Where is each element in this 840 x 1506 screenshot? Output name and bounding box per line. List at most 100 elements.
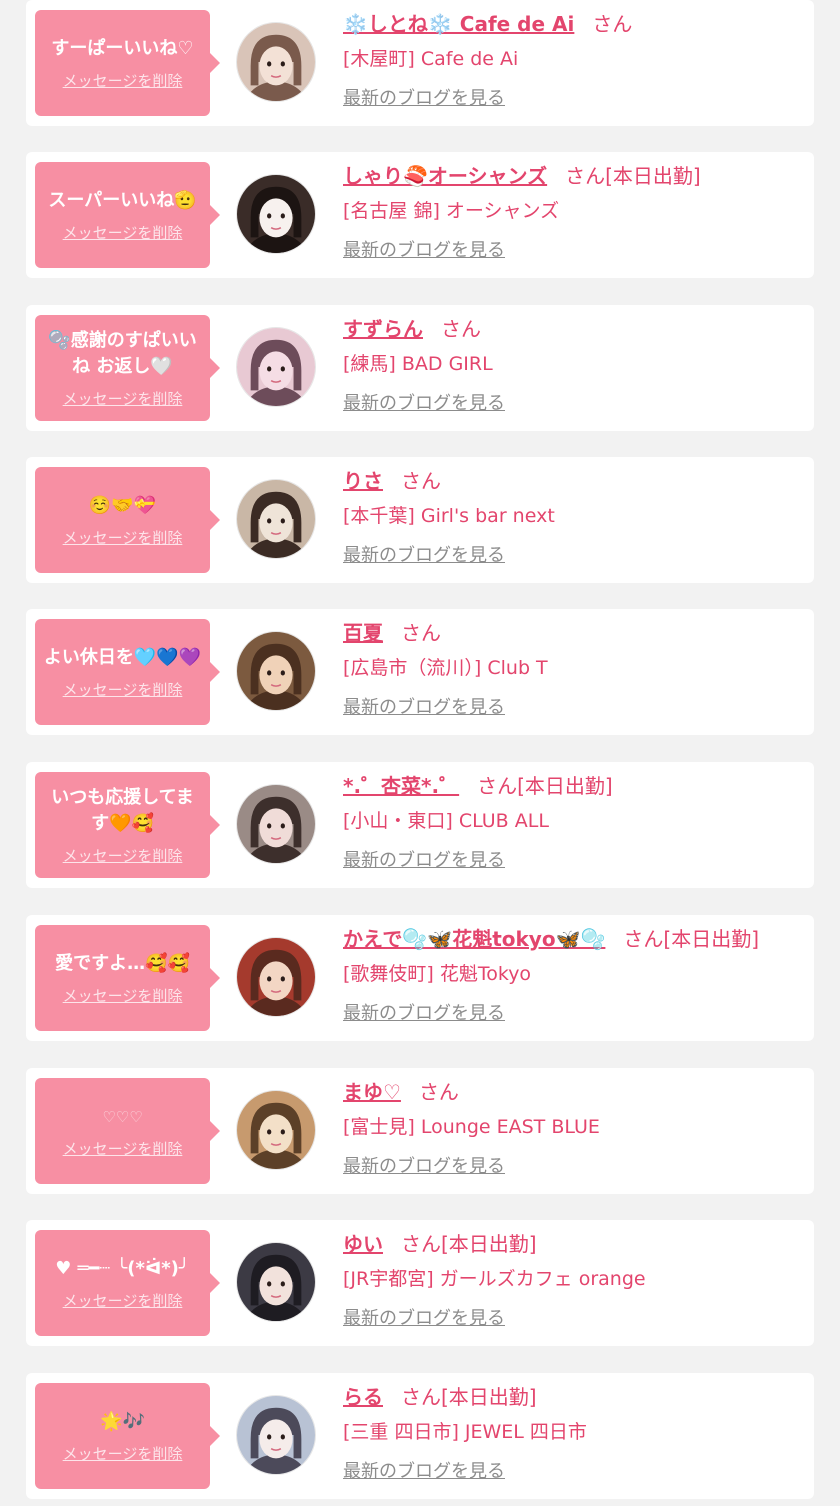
shop-name: [JR宇都宮] ガールズカフェ orange	[343, 1268, 646, 1290]
message-bubble: すーぱーいいね♡ メッセージを削除	[35, 10, 220, 116]
latest-blog-link[interactable]: 最新のブログを見る	[343, 693, 505, 719]
message-bubble: 🫧感謝のすぱいいね お返し🤍 メッセージを削除	[35, 315, 220, 421]
name-line: かえで🫧🦋花魁tokyo🦋🫧 さん[本日出勤]	[343, 921, 804, 957]
latest-blog-link[interactable]: 最新のブログを見る	[343, 541, 505, 567]
message-card: 🫧感謝のすぱいいね お返し🤍 メッセージを削除 すずらん さん [練馬] BAD GIR…	[26, 305, 814, 431]
honorific: さん	[565, 164, 606, 188]
shop-name: [木屋町] Cafe de Ai	[343, 48, 519, 70]
avatar[interactable]	[236, 1090, 316, 1170]
latest-blog-link[interactable]: 最新のブログを見る	[343, 84, 505, 110]
message-text: ♡♡♡	[102, 1107, 143, 1126]
sender-info: 百夏 さん [広島市（流川）] Club T 最新のブログを見る	[343, 615, 804, 719]
message-card: ♡♡♡ メッセージを削除 まゆ♡ さん [富士見] Lounge EAST BLUE 最新…	[26, 1068, 814, 1194]
sender-name-link[interactable]: まゆ♡	[343, 1080, 401, 1104]
avatar[interactable]	[236, 1242, 316, 1322]
message-bubble: ♥ ═━┈ ╰(*ᐛ*)╯ メッセージを削除	[35, 1230, 220, 1336]
avatar[interactable]	[236, 22, 316, 102]
message-card: ♥ ═━┈ ╰(*ᐛ*)╯ メッセージを削除 ゆい さん[本日出勤] [JR宇都宮] ガ…	[26, 1220, 814, 1346]
name-line: *.゜杏菜*.゜ さん[本日出勤]	[343, 768, 804, 804]
latest-blog-link[interactable]: 最新のブログを見る	[343, 1304, 505, 1330]
sender-info: ❄️しとね❄️ Cafe de Ai さん [木屋町] Cafe de Ai 最新のブ…	[343, 6, 804, 110]
name-line: らる さん[本日出勤]	[343, 1379, 804, 1415]
name-line: ゆい さん[本日出勤]	[343, 1226, 804, 1262]
sender-name-link[interactable]: かえで🫧🦋花魁tokyo🦋🫧	[343, 927, 605, 951]
avatar[interactable]	[236, 327, 316, 407]
shop-name: [練馬] BAD GIRL	[343, 353, 493, 375]
message-card: よい休日を🩵💙💜 メッセージを削除 百夏 さん [広島市（流川）] Club T 最新のブ…	[26, 609, 814, 735]
latest-blog-link[interactable]: 最新のブログを見る	[343, 236, 505, 262]
latest-blog-link[interactable]: 最新のブログを見る	[343, 1457, 505, 1483]
honorific: さん	[401, 1232, 441, 1256]
message-bubble: いつも応援してます🧡🥰 メッセージを削除	[35, 772, 220, 878]
delete-message-link[interactable]: メッセージを削除	[63, 527, 183, 548]
message-text: ♥ ═━┈ ╰(*ᐛ*)╯	[55, 1257, 190, 1279]
delete-message-link[interactable]: メッセージを削除	[63, 985, 183, 1006]
latest-blog-link[interactable]: 最新のブログを見る	[343, 389, 505, 415]
sender-name-link[interactable]: 百夏	[343, 621, 383, 645]
name-line: ❄️しとね❄️ Cafe de Ai さん	[343, 6, 804, 42]
avatar[interactable]	[236, 1395, 316, 1475]
sender-name-link[interactable]: しゃり🍣オーシャンズ	[343, 164, 547, 188]
shift-badge: [本日出勤]	[605, 164, 701, 188]
sender-name-link[interactable]: ゆい	[343, 1232, 383, 1256]
avatar[interactable]	[236, 784, 316, 864]
message-card: ☺️🤝💝 メッセージを削除 りさ さん [本千葉] Girl's bar next 最新の…	[26, 457, 814, 583]
name-line: りさ さん	[343, 463, 804, 499]
message-text: 🌟🎶	[100, 1410, 145, 1432]
message-bubble: よい休日を🩵💙💜 メッセージを削除	[35, 619, 220, 725]
message-card: 愛ですよ…🥰🥰 メッセージを削除 かえで🫧🦋花魁tokyo🦋🫧 さん[本日出勤] [歌舞…	[26, 915, 814, 1041]
shift-badge: [本日出勤]	[441, 1232, 537, 1256]
sender-info: *.゜杏菜*.゜ さん[本日出勤] [小山・東口] CLUB ALL 最新のブログを見…	[343, 768, 804, 872]
message-text: ☺️🤝💝	[88, 494, 157, 516]
delete-message-link[interactable]: メッセージを削除	[63, 1443, 183, 1464]
honorific: さん	[401, 621, 441, 645]
sender-info: かえで🫧🦋花魁tokyo🦋🫧 さん[本日出勤] [歌舞伎町] 花魁Tokyo 最新のブ…	[343, 921, 804, 1025]
delete-message-link[interactable]: メッセージを削除	[63, 222, 183, 243]
delete-message-link[interactable]: メッセージを削除	[63, 70, 183, 91]
message-bubble: 🌟🎶 メッセージを削除	[35, 1383, 220, 1489]
name-line: しゃり🍣オーシャンズ さん[本日出勤]	[343, 158, 804, 194]
shift-badge: [本日出勤]	[517, 774, 613, 798]
message-bubble: 愛ですよ…🥰🥰 メッセージを削除	[35, 925, 220, 1031]
latest-blog-link[interactable]: 最新のブログを見る	[343, 846, 505, 872]
avatar[interactable]	[236, 479, 316, 559]
shift-badge: [本日出勤]	[441, 1385, 537, 1409]
shop-name: [小山・東口] CLUB ALL	[343, 810, 549, 832]
avatar[interactable]	[236, 631, 316, 711]
message-text: 🫧感謝のすぱいいね お返し🤍	[48, 329, 197, 377]
message-bubble: ♡♡♡ メッセージを削除	[35, 1078, 220, 1184]
avatar[interactable]	[236, 174, 316, 254]
honorific: さん	[623, 927, 664, 951]
latest-blog-link[interactable]: 最新のブログを見る	[343, 1152, 505, 1178]
shop-name: [富士見] Lounge EAST BLUE	[343, 1116, 600, 1138]
sender-info: しゃり🍣オーシャンズ さん[本日出勤] [名古屋 錦] オーシャンズ 最新のブログを見…	[343, 158, 804, 262]
delete-message-link[interactable]: メッセージを削除	[63, 845, 183, 866]
delete-message-link[interactable]: メッセージを削除	[63, 1290, 183, 1311]
honorific: さん	[401, 1385, 441, 1409]
message-card: すーぱーいいね♡ メッセージを削除 ❄️しとね❄️ Cafe de Ai さん [木屋町…	[26, 0, 814, 126]
message-text: すーぱーいいね♡	[51, 37, 194, 59]
delete-message-link[interactable]: メッセージを削除	[63, 679, 183, 700]
name-line: 百夏 さん	[343, 615, 804, 651]
honorific: さん	[477, 774, 518, 798]
sender-name-link[interactable]: すずらん	[343, 317, 423, 341]
delete-message-link[interactable]: メッセージを削除	[63, 1138, 183, 1159]
sender-info: らる さん[本日出勤] [三重 四日市] JEWEL 四日市最新のブログを見る	[343, 1379, 804, 1483]
sender-name-link[interactable]: らる	[343, 1385, 383, 1409]
shop-name: [三重 四日市] JEWEL 四日市	[343, 1421, 587, 1443]
sender-name-link[interactable]: *.゜杏菜*.゜	[343, 774, 459, 798]
sender-name-link[interactable]: りさ	[343, 469, 383, 493]
honorific: さん	[592, 12, 633, 36]
latest-blog-link[interactable]: 最新のブログを見る	[343, 999, 505, 1025]
honorific: さん	[401, 469, 441, 493]
name-line: まゆ♡ さん	[343, 1074, 804, 1110]
sender-info: すずらん さん [練馬] BAD GIRL 最新のブログを見る	[343, 311, 804, 415]
sender-info: ゆい さん[本日出勤] [JR宇都宮] ガールズカフェ orange 最新のブログを見…	[343, 1226, 804, 1330]
sender-name-link[interactable]: ❄️しとね❄️ Cafe de Ai	[343, 12, 574, 36]
shop-name: [本千葉] Girl's bar next	[343, 505, 555, 527]
honorific: さん	[441, 317, 481, 341]
message-text: 愛ですよ…🥰🥰	[55, 952, 190, 974]
delete-message-link[interactable]: メッセージを削除	[63, 388, 183, 409]
message-text: よい休日を🩵💙💜	[43, 646, 202, 668]
avatar[interactable]	[236, 937, 316, 1017]
